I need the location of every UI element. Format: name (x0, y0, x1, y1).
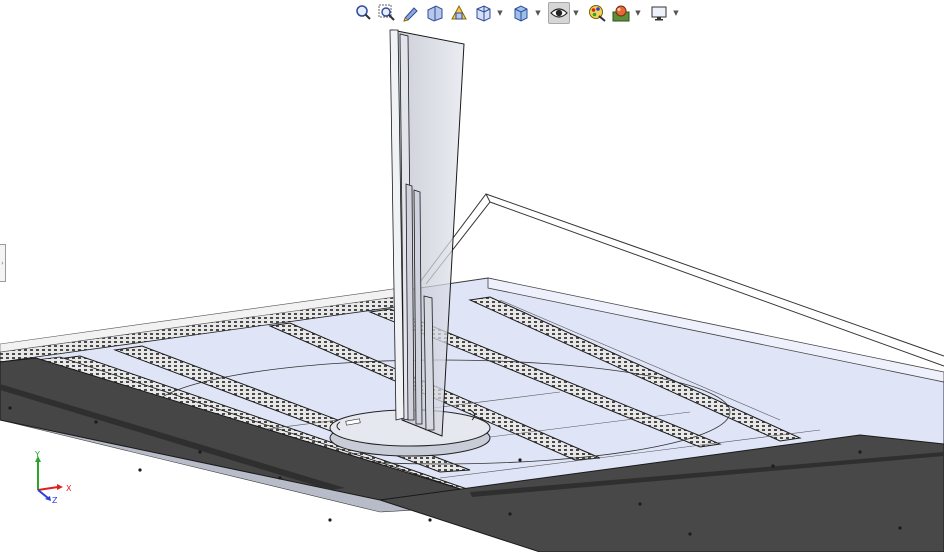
section-view-icon (427, 5, 443, 22)
hide-show-items-button[interactable] (548, 2, 570, 24)
chevron-right-icon: › (1, 259, 4, 267)
reference-triad: Y X Z (34, 450, 72, 504)
dynamic-annotation-views-button[interactable] (448, 2, 470, 24)
zoom-to-fit-button[interactable] (352, 2, 374, 24)
display-style-dropdown[interactable]: ▼ (534, 2, 542, 24)
previous-view-icon (403, 7, 418, 22)
previous-view-button[interactable] (400, 2, 422, 24)
apply-scene-dropdown[interactable]: ▼ (634, 2, 642, 24)
heads-up-view-toolbar: ▼ ▼ ▼ ▼ ▼ (352, 0, 684, 26)
view-settings-button[interactable] (648, 2, 670, 24)
z-axis-label: Z (52, 496, 58, 504)
cad-model-view[interactable] (0, 0, 944, 552)
eye-icon (550, 8, 568, 18)
view-orientation-dropdown[interactable]: ▼ (496, 2, 504, 24)
x-axis-label: X (66, 484, 72, 493)
view-orientation-icon (476, 5, 491, 22)
graphics-area[interactable]: ▼ ▼ ▼ ▼ ▼ › Y X Z (0, 0, 944, 552)
view-settings-dropdown[interactable]: ▼ (672, 2, 680, 24)
apply-scene-button[interactable] (610, 2, 632, 24)
y-axis-label: Y (34, 450, 40, 459)
display-style-button[interactable] (510, 2, 532, 24)
z-axis (37, 489, 49, 499)
x-axis (37, 486, 59, 491)
zoom-to-fit-icon (356, 5, 371, 20)
apply-scene-icon (612, 5, 630, 22)
zoom-to-area-icon (378, 4, 395, 21)
view-orientation-button[interactable] (472, 2, 494, 24)
feature-manager-collapse-tab[interactable]: › (0, 244, 6, 282)
hide-show-items-dropdown[interactable]: ▼ (572, 2, 580, 24)
dynamic-annotation-icon (451, 4, 467, 20)
zoom-to-area-button[interactable] (376, 2, 398, 24)
edit-appearance-icon (589, 5, 606, 22)
display-style-icon (514, 5, 528, 22)
section-view-button[interactable] (424, 2, 446, 24)
edit-appearance-button[interactable] (586, 2, 608, 24)
monitor-icon (651, 6, 667, 21)
x-axis-arrow (57, 484, 63, 490)
